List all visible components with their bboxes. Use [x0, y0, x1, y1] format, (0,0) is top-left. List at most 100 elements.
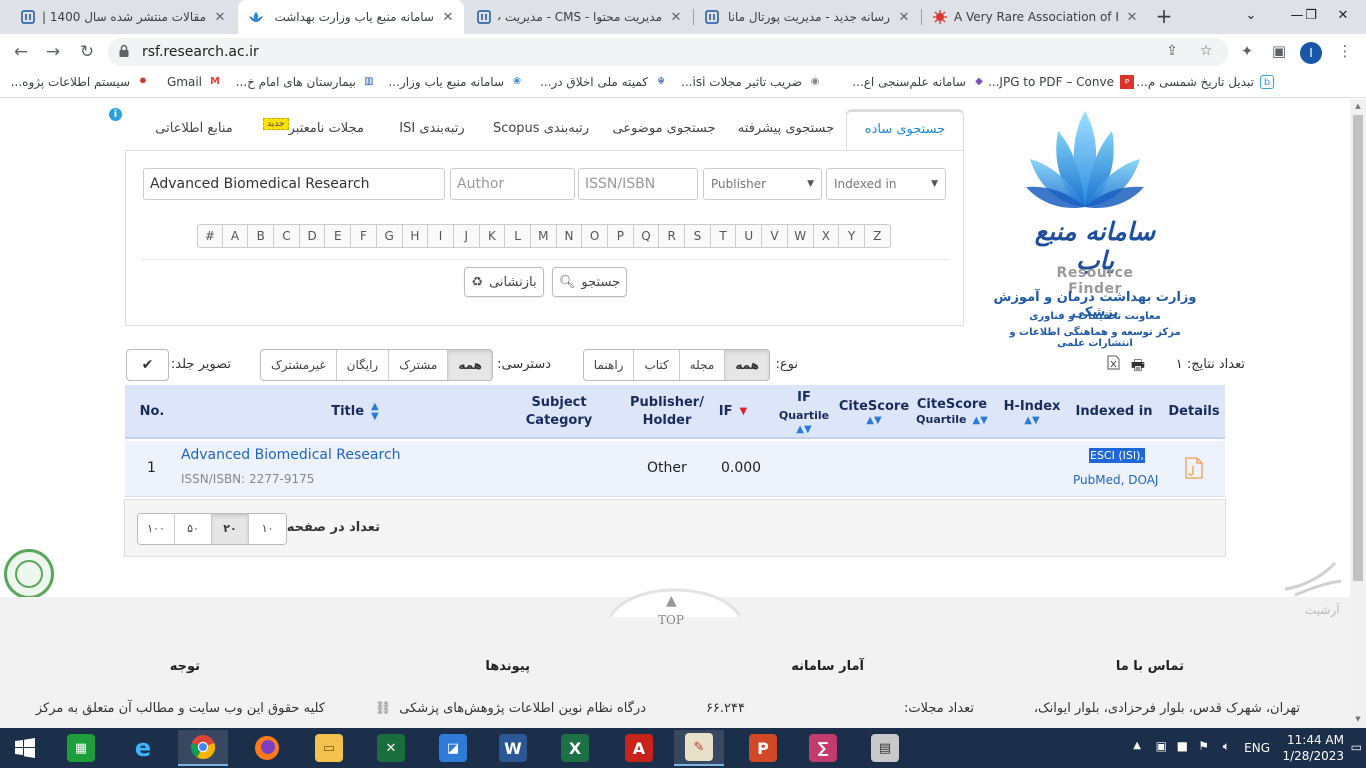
clock-time[interactable]: 11:44 AM	[1287, 733, 1344, 747]
cover-toggle-check-icon[interactable]: ✔	[126, 349, 169, 381]
alpha-letter[interactable]: Z	[864, 224, 891, 248]
bookmark-item[interactable]: M Gmail	[167, 75, 222, 89]
side-panel-icon[interactable]: ▣	[1268, 42, 1290, 62]
flag-icon[interactable]: ⚑	[1198, 739, 1209, 753]
details-document-icon[interactable]	[1185, 457, 1203, 483]
close-window-icon[interactable]: ✕	[1320, 0, 1366, 32]
alpha-letter[interactable]: T	[710, 224, 737, 248]
taskbar-powerpoint[interactable]: P	[738, 730, 788, 766]
tab-invalid-journals[interactable]: مجلات نامعتبرجدید	[256, 109, 368, 150]
type-journal-option[interactable]: مجله	[678, 350, 725, 380]
page-size-50[interactable]: ۵۰	[175, 514, 212, 544]
tab-scopus-ranking[interactable]: رتبه‌بندی Scopus	[484, 109, 598, 150]
author-input[interactable]: Author	[450, 168, 575, 200]
excel-export-icon[interactable]	[1107, 355, 1120, 374]
bookmark-item[interactable]: b تبدیل تاریخ شمسی م...	[1136, 75, 1274, 89]
alpha-letter[interactable]: P	[608, 224, 634, 248]
col-h-index[interactable]: H-Index ▲▼	[995, 385, 1069, 439]
tab-simple-search[interactable]: جستجوی ساده	[846, 109, 964, 150]
bookmark-item[interactable]: ◆ سامانه علم‌سنجی اع...	[852, 75, 986, 89]
alpha-letter[interactable]: D	[299, 224, 326, 248]
taskbar-acrobat[interactable]: A	[614, 730, 664, 766]
share-icon[interactable]: ⇪	[1162, 43, 1182, 61]
indexed-list[interactable]: PubMed, DOAJ	[1073, 473, 1158, 487]
bookmark-item[interactable]: ✹ سیستم اطلاعات پژوه...	[11, 75, 150, 89]
browser-tab[interactable]: رسانه جدید - مدیریت پورتال مانا ✕	[694, 0, 920, 34]
type-guide-option[interactable]: راهنما	[583, 350, 634, 380]
alpha-letter[interactable]: W	[787, 224, 814, 248]
issn-input[interactable]: ISSN/ISBN	[578, 168, 698, 200]
tab-information-resources[interactable]: منابع اطلاعاتی	[146, 109, 242, 150]
browser-tab[interactable]: مقالات منتشر شده سال 1400 | دا ✕	[10, 0, 236, 34]
close-tab-icon[interactable]: ✕	[212, 10, 228, 25]
forward-icon[interactable]: →	[40, 40, 66, 64]
footer-link-item[interactable]: درگاه نظام نوین اطلاعات پژوهش‌های پزشکی ⛓	[375, 701, 646, 716]
language-indicator[interactable]: ENG	[1244, 741, 1270, 755]
reload-icon[interactable]: ↻	[74, 40, 100, 64]
profile-avatar[interactable]: I	[1300, 42, 1322, 64]
close-tab-icon[interactable]: ✕	[668, 10, 684, 25]
page-scrollbar[interactable]: ▲ ▼	[1350, 99, 1366, 728]
alpha-letter[interactable]: I	[428, 224, 454, 248]
volume-icon[interactable]: 🔈︎	[1223, 739, 1230, 754]
bookmark-item[interactable]: ◉ ضریب تاثیر مجلات isi...	[681, 75, 822, 89]
bookmark-item[interactable]: ❀ سامانه منبع یاب وزار...	[388, 75, 524, 89]
alpha-letter[interactable]: G	[376, 224, 403, 248]
browser-tab-active[interactable]: سامانه منبع یاب وزارت بهداشت ✕	[238, 0, 464, 34]
taskbar-scanner[interactable]: ◪	[428, 730, 478, 766]
col-citescore-quartile[interactable]: CiteScore Quartile ▲▼	[915, 385, 989, 439]
scroll-down-icon[interactable]: ▼	[1354, 715, 1362, 723]
taskbar-excel[interactable]: X	[550, 730, 600, 766]
browser-tab[interactable]: مدیریت محتوا - CMS - مدیریت پ ✕	[466, 0, 692, 34]
alpha-letter[interactable]: L	[505, 224, 531, 248]
clock-date[interactable]: 1/28/2023	[1282, 749, 1344, 763]
taskbar-file-explorer[interactable]: ▭	[304, 730, 354, 766]
taskbar-paint[interactable]: ✎	[674, 730, 724, 766]
page-size-100[interactable]: ۱۰۰	[138, 514, 175, 544]
restore-icon[interactable]: ❐	[1300, 0, 1322, 32]
taskbar-ie[interactable]: e	[118, 730, 168, 766]
access-free-option[interactable]: رایگان	[335, 350, 389, 380]
type-book-option[interactable]: کتاب	[633, 350, 679, 380]
alpha-letter[interactable]: S	[685, 224, 711, 248]
tray-chevron-up-icon[interactable]: ▲	[1133, 740, 1141, 751]
page-size-20[interactable]: ۲۰	[212, 514, 249, 544]
alpha-letter[interactable]: U	[736, 224, 763, 248]
close-tab-icon[interactable]: ✕	[1124, 10, 1140, 25]
alpha-letter[interactable]: E	[325, 224, 352, 248]
alpha-letter[interactable]: V	[762, 224, 788, 248]
col-title[interactable]: Title ▲ ▼	[275, 385, 435, 439]
alpha-letter[interactable]: F	[351, 224, 377, 248]
bookmark-item[interactable]: P JPG to PDF – Conve...	[988, 75, 1134, 89]
taskbar-firefox[interactable]	[242, 730, 292, 766]
esci-badge[interactable]: ESCI (ISI),	[1089, 448, 1145, 463]
alpha-letter[interactable]: O	[582, 224, 608, 248]
back-to-top-button[interactable]: ▲ TOP	[610, 577, 740, 637]
search-button[interactable]: جستجو 🔍︎	[552, 267, 627, 297]
access-unsubscribed-option[interactable]: غیرمشترک	[261, 350, 336, 380]
notifications-icon[interactable]: ▭	[1351, 740, 1362, 754]
alpha-letter[interactable]: H	[402, 224, 429, 248]
alpha-letter[interactable]: #	[197, 224, 223, 248]
menu-icon[interactable]: ⋮	[1334, 42, 1356, 62]
col-if-quartile[interactable]: IF Quartile ▲▼	[771, 385, 837, 439]
alpha-letter[interactable]: N	[556, 224, 583, 248]
alpha-letter[interactable]: J	[453, 224, 480, 248]
tray-app-icon[interactable]: ■	[1177, 739, 1188, 753]
access-subscribed-option[interactable]: مشترک	[388, 350, 448, 380]
col-if[interactable]: IF ▼	[709, 385, 757, 439]
alpha-letter[interactable]: Q	[633, 224, 660, 248]
alpha-letter[interactable]: Y	[839, 224, 865, 248]
alpha-letter[interactable]: R	[659, 224, 686, 248]
scroll-thumb[interactable]	[1353, 115, 1363, 581]
tab-isi-ranking[interactable]: رتبه‌بندی ISI	[382, 109, 482, 150]
windows-start-icon[interactable]	[0, 730, 50, 766]
close-tab-icon[interactable]: ✕	[440, 10, 456, 25]
alpha-letter[interactable]: C	[274, 224, 300, 248]
print-icon[interactable]: 🖶︎	[1131, 355, 1145, 380]
title-search-input[interactable]: Advanced Biomedical Research	[143, 168, 445, 200]
taskbar-chrome[interactable]	[178, 730, 228, 766]
bookmark-item[interactable]: ▥ بیمارستان های امام خ...	[236, 75, 376, 89]
alpha-letter[interactable]: K	[479, 224, 506, 248]
new-tab-button[interactable]: +	[1152, 5, 1176, 29]
